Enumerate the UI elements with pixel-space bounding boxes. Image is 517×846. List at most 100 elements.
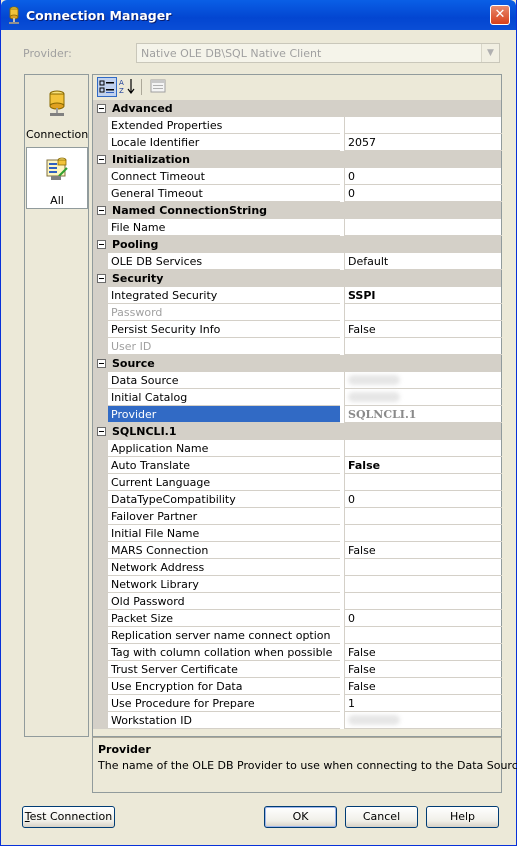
property-row[interactable]: File Name [93, 219, 502, 236]
chevron-down-icon[interactable]: ▼ [481, 44, 499, 62]
property-row[interactable]: Old Password [93, 593, 502, 610]
property-row[interactable]: Use Encryption for Data False [93, 678, 502, 695]
property-row[interactable]: Locale Identifier 2057 [93, 134, 502, 151]
property-row[interactable]: Connect Timeout 0 [93, 168, 502, 185]
collapse-icon[interactable] [97, 155, 106, 164]
nav-item-connection[interactable]: Connection [26, 83, 88, 145]
property-value[interactable]: False [344, 542, 502, 559]
provider-dropdown[interactable]: Native OLE DB\SQL Native Client ▼ [136, 43, 500, 63]
property-value[interactable]: SQLNCLI.1 [344, 406, 502, 423]
property-row[interactable]: Extended Properties [93, 117, 502, 134]
property-value[interactable] [344, 389, 502, 406]
description-title: Provider [98, 743, 151, 756]
property-value[interactable] [344, 372, 502, 389]
help-button[interactable]: Help [426, 806, 499, 828]
alphabetical-button[interactable]: A Z [118, 77, 138, 97]
category-named-connectionstring[interactable]: Named ConnectionString [93, 202, 501, 219]
property-value [344, 304, 502, 321]
property-value[interactable] [344, 525, 502, 542]
property-row[interactable]: Network Address [93, 559, 502, 576]
property-value[interactable]: 0 [344, 491, 502, 508]
property-row[interactable]: Failover Partner [93, 508, 502, 525]
ok-button[interactable]: OK [264, 806, 337, 828]
connection-manager-icon [9, 6, 19, 24]
provider-label: Provider: [23, 47, 72, 60]
property-row[interactable]: Trust Server Certificate False [93, 661, 502, 678]
property-row[interactable]: Auto Translate False [93, 457, 502, 474]
property-row[interactable]: Replication server name connect option [93, 627, 502, 644]
property-row[interactable]: Use Procedure for Prepare 1 [93, 695, 502, 712]
property-row[interactable]: Network Library [93, 576, 502, 593]
property-row[interactable]: Password [93, 304, 502, 321]
collapse-icon[interactable] [97, 206, 106, 215]
test-connection-button[interactable]: Test Connection [22, 806, 115, 828]
property-value[interactable]: False [344, 678, 502, 695]
property-value[interactable] [344, 117, 502, 134]
title-bar[interactable]: Connection Manager ✕ [1, 0, 516, 30]
nav-item-all[interactable]: All [26, 147, 88, 209]
cancel-button[interactable]: Cancel [345, 806, 418, 828]
property-pages-button[interactable] [149, 77, 169, 97]
categorized-icon [99, 80, 114, 93]
property-value[interactable] [344, 593, 502, 610]
property-row[interactable]: Current Language [93, 474, 502, 491]
category-advanced[interactable]: Advanced [93, 100, 501, 117]
property-value[interactable]: False [344, 644, 502, 661]
property-row[interactable]: User ID [93, 338, 502, 355]
property-row[interactable]: Packet Size 0 [93, 610, 502, 627]
property-grid: Advanced Extended Properties Locale Iden… [93, 100, 502, 729]
property-value[interactable] [344, 559, 502, 576]
collapse-icon[interactable] [97, 240, 106, 249]
category-pooling[interactable]: Pooling [93, 236, 501, 253]
property-description: Provider The name of the OLE DB Provider… [92, 737, 517, 793]
property-row[interactable]: MARS Connection False [93, 542, 502, 559]
collapse-icon[interactable] [97, 359, 106, 368]
svg-text:A: A [119, 79, 124, 87]
property-value[interactable]: 0 [344, 610, 502, 627]
property-value[interactable] [344, 627, 502, 644]
property-value[interactable]: False [344, 321, 502, 338]
property-value[interactable]: False [344, 457, 502, 474]
property-list-icon [46, 157, 68, 180]
property-value[interactable] [344, 576, 502, 593]
property-value[interactable]: 0 [344, 168, 502, 185]
property-row[interactable]: Data Source [93, 372, 502, 389]
property-value[interactable] [344, 712, 502, 729]
category-sqlncli[interactable]: SQLNCLI.1 [93, 423, 501, 440]
property-row-selected[interactable]: Provider SQLNCLI.1 [93, 406, 502, 423]
property-row[interactable]: Tag with column collation when possible F… [93, 644, 502, 661]
categorized-button[interactable] [97, 77, 117, 97]
property-value[interactable]: False [344, 661, 502, 678]
property-value[interactable] [344, 474, 502, 491]
property-row[interactable]: Workstation ID [93, 712, 502, 729]
property-row[interactable]: Integrated Security SSPI [93, 287, 502, 304]
close-button[interactable]: ✕ [490, 5, 510, 25]
page-selector: Connection All [24, 74, 89, 737]
redacted-value [348, 375, 400, 385]
property-row[interactable]: Application Name [93, 440, 502, 457]
property-value[interactable] [344, 440, 502, 457]
window-title: Connection Manager [26, 8, 172, 23]
property-row[interactable]: OLE DB Services Default [93, 253, 502, 270]
property-value[interactable] [344, 219, 502, 236]
property-row[interactable]: DataTypeCompatibility 0 [93, 491, 502, 508]
property-value[interactable]: SSPI [344, 287, 502, 304]
property-row[interactable]: General Timeout 0 [93, 185, 502, 202]
property-value[interactable]: Default [344, 253, 502, 270]
sort-az-icon: A Z [119, 79, 135, 95]
collapse-icon[interactable] [97, 427, 106, 436]
category-security[interactable]: Security [93, 270, 501, 287]
property-row[interactable]: Persist Security Info False [93, 321, 502, 338]
property-value[interactable]: 1 [344, 695, 502, 712]
collapse-icon[interactable] [97, 104, 106, 113]
property-row[interactable]: Initial File Name [93, 525, 502, 542]
category-source[interactable]: Source [93, 355, 501, 372]
property-value[interactable]: 0 [344, 185, 502, 202]
property-value[interactable] [344, 508, 502, 525]
collapse-icon[interactable] [97, 274, 106, 283]
property-row[interactable]: Initial Catalog [93, 389, 502, 406]
database-icon [49, 90, 65, 116]
category-initialization[interactable]: Initialization [93, 151, 501, 168]
description-text: The name of the OLE DB Provider to use w… [98, 759, 517, 772]
property-value[interactable]: 2057 [344, 134, 502, 151]
